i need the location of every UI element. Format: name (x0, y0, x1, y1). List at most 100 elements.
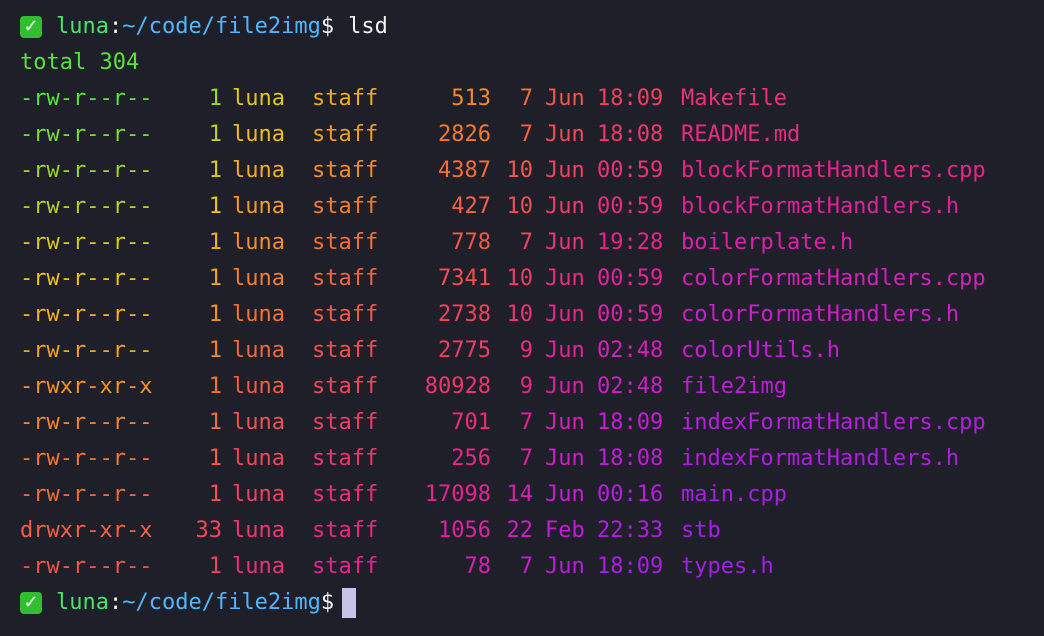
prompt-user: luna (56, 590, 109, 615)
link-count: 1 (208, 446, 222, 471)
owner: luna (232, 230, 285, 255)
mod-time: 00:59 (597, 302, 664, 327)
mod-day: 7 (519, 410, 533, 435)
group: staff (312, 158, 379, 183)
permissions: -rw-r--r-- (20, 86, 153, 111)
file-size: 17098 (424, 482, 491, 507)
mod-time: 00:16 (597, 482, 664, 507)
check-mark-icon: ✓ (20, 16, 42, 38)
prompt-dollar: $ (320, 14, 335, 39)
mod-day: 14 (506, 482, 534, 507)
permissions: -rwxr-xr-x (20, 374, 153, 399)
permissions: -rw-r--r-- (20, 230, 153, 255)
file-name: colorFormatHandlers.h (681, 302, 960, 327)
list-item: -rw-r--r-- 1 luna staff 2775 9 Jun 02:48 colorUt… (20, 333, 1044, 369)
prompt-path: ~/code/file2img (122, 590, 321, 615)
mod-time: 00:59 (597, 158, 664, 183)
permissions: -rw-r--r-- (20, 554, 153, 579)
mod-day: 7 (519, 86, 533, 111)
owner: luna (232, 86, 285, 111)
prompt-user: luna (56, 14, 109, 39)
group: staff (312, 86, 379, 111)
permissions: -rw-r--r-- (20, 194, 153, 219)
file-size: 78 (464, 554, 492, 579)
owner: luna (232, 518, 285, 543)
owner: luna (232, 266, 285, 291)
mod-day: 9 (519, 338, 533, 363)
mod-month: Jun (545, 266, 585, 291)
list-item: -rw-r--r-- 1 luna staff 2826 7 Jun 18:08 README.… (20, 117, 1044, 153)
owner: luna (232, 158, 285, 183)
group: staff (312, 302, 379, 327)
list-item: -rw-r--r-- 1 luna staff 7341 10 Jun 00:59 colorF… (20, 261, 1044, 297)
file-name: types.h (681, 554, 774, 579)
mod-day: 7 (519, 446, 533, 471)
file-name: Makefile (681, 86, 787, 111)
mod-month: Jun (545, 374, 585, 399)
link-count: 33 (195, 518, 223, 543)
file-size: 778 (451, 230, 491, 255)
text-cursor[interactable] (342, 588, 357, 618)
permissions: -rw-r--r-- (20, 446, 153, 471)
list-item: -rw-r--r-- 1 luna staff 701 7 Jun 18:09 indexFor… (20, 405, 1044, 441)
owner: luna (232, 482, 285, 507)
file-name: blockFormatHandlers.h (681, 194, 960, 219)
file-name: main.cpp (681, 482, 787, 507)
owner: luna (232, 122, 285, 147)
permissions: -rw-r--r-- (20, 338, 153, 363)
link-count: 1 (208, 86, 222, 111)
mod-time: 02:48 (597, 338, 664, 363)
prompt-path: ~/code/file2img (122, 14, 321, 39)
file-name: colorUtils.h (681, 338, 840, 363)
list-item: -rw-r--r-- 1 luna staff 513 7 Jun 18:09 Makefile (20, 81, 1044, 117)
prompt-line-current: ✓ luna : ~/code/file2img $ (20, 585, 1044, 621)
mod-day: 9 (519, 374, 533, 399)
prompt-dollar: $ (320, 590, 335, 615)
mod-time: 22:33 (597, 518, 664, 543)
file-size: 513 (451, 86, 491, 111)
file-name: indexFormatHandlers.h (681, 446, 960, 471)
mod-month: Jun (545, 122, 585, 147)
mod-time: 18:09 (597, 86, 664, 111)
permissions: -rw-r--r-- (20, 482, 153, 507)
permissions: -rw-r--r-- (20, 266, 153, 291)
file-size: 427 (451, 194, 491, 219)
list-item: -rw-r--r-- 1 luna staff 778 7 Jun 19:28 boilerpl… (20, 225, 1044, 261)
file-name: README.md (681, 122, 801, 147)
group: staff (312, 194, 379, 219)
mod-time: 18:09 (597, 410, 664, 435)
mod-time: 02:48 (597, 374, 664, 399)
mod-day: 10 (506, 266, 534, 291)
link-count: 1 (208, 374, 222, 399)
mod-month: Jun (545, 86, 585, 111)
permissions: -rw-r--r-- (20, 302, 153, 327)
group: staff (312, 122, 379, 147)
file-size: 701 (451, 410, 491, 435)
file-name: boilerplate.h (681, 230, 854, 255)
file-size: 80928 (424, 374, 491, 399)
link-count: 1 (208, 122, 222, 147)
permissions: -rw-r--r-- (20, 122, 153, 147)
file-name: indexFormatHandlers.cpp (681, 410, 986, 435)
mod-time: 00:59 (597, 266, 664, 291)
prompt-colon: : (108, 14, 123, 39)
mod-month: Jun (545, 410, 585, 435)
file-size: 1056 (438, 518, 491, 543)
file-name: blockFormatHandlers.cpp (681, 158, 986, 183)
file-size: 2826 (438, 122, 491, 147)
link-count: 1 (208, 554, 222, 579)
permissions: drwxr-xr-x (20, 518, 153, 543)
mod-month: Feb (545, 518, 585, 543)
mod-time: 19:28 (597, 230, 664, 255)
file-size: 2738 (438, 302, 491, 327)
owner: luna (232, 194, 285, 219)
file-name: file2img (681, 374, 787, 399)
group: staff (312, 554, 379, 579)
file-size: 256 (451, 446, 491, 471)
link-count: 1 (208, 302, 222, 327)
prompt-line: ✓ luna : ~/code/file2img $ lsd (20, 9, 1044, 45)
owner: luna (232, 302, 285, 327)
mod-time: 18:08 (597, 122, 664, 147)
terminal-window[interactable]: ✓ luna : ~/code/file2img $ lsd total 304… (0, 0, 1044, 636)
owner: luna (232, 374, 285, 399)
